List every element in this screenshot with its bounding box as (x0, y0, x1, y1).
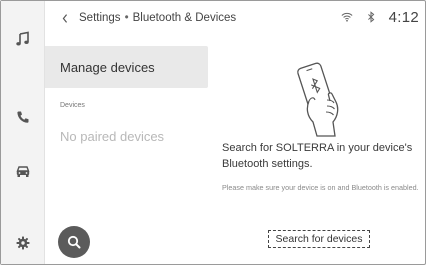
back-button[interactable] (59, 11, 71, 25)
list-item-manage-devices[interactable]: Manage devices (45, 46, 208, 88)
bluetooth-icon (367, 11, 374, 23)
instruction-message: Search for SOLTERRA in your device's Blu… (222, 142, 413, 170)
devices-list-pane: Manage devices Devices No paired devices (45, 46, 208, 246)
chevron-left-icon (62, 13, 68, 23)
breadcrumb-current: Bluetooth & Devices (132, 12, 237, 24)
empty-state-message: No paired devices (60, 129, 165, 144)
clock: 4:12 (388, 8, 419, 26)
rail-settings-button[interactable] (1, 227, 45, 259)
phone-bluetooth-hand-illustration (297, 62, 339, 137)
car-icon (16, 166, 30, 177)
rail-media-button[interactable] (1, 23, 45, 55)
music-note-icon (16, 31, 29, 46)
phone-icon (17, 111, 29, 123)
search-icon (67, 235, 81, 249)
instruction-hint: Please make sure your device is on and B… (222, 183, 419, 192)
breadcrumb-separator: • (124, 12, 129, 24)
bluetooth-instructions-panel: Search for SOLTERRA in your device's Blu… (210, 36, 424, 264)
status-area: 4:12 (341, 6, 419, 28)
breadcrumb-parent: Settings (79, 12, 121, 24)
breadcrumb: Settings • Bluetooth & Devices (79, 12, 236, 24)
search-for-devices-button[interactable]: Search for devices (268, 230, 370, 248)
gear-icon (16, 236, 30, 250)
header-bar: Settings • Bluetooth & Devices 4:12 (45, 1, 425, 35)
list-item-label: Manage devices (60, 59, 155, 75)
search-button[interactable] (58, 226, 90, 258)
left-rail (1, 1, 45, 264)
rail-phone-button[interactable] (1, 101, 45, 133)
rail-vehicle-button[interactable] (1, 155, 45, 187)
wifi-icon (341, 12, 353, 22)
section-label-devices: Devices (60, 102, 85, 109)
